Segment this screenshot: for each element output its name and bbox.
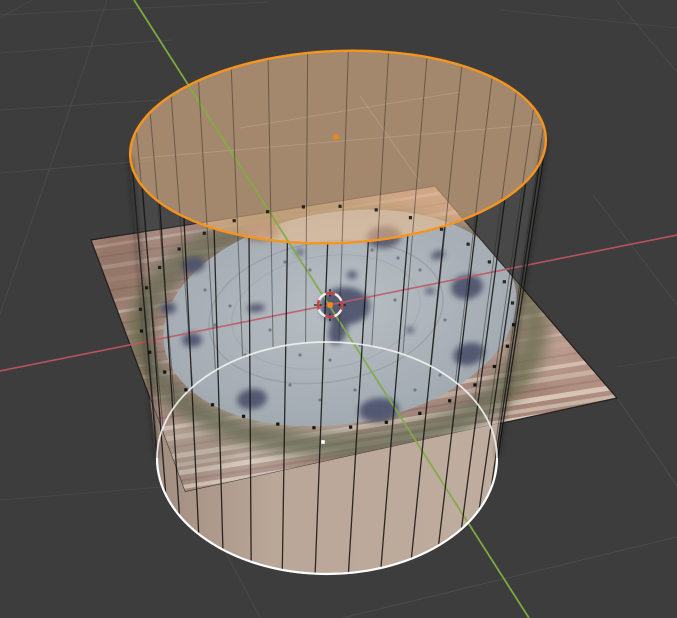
- cursor-center-dot: [327, 302, 333, 308]
- active-vertex-dot[interactable]: [321, 440, 325, 444]
- object-origin-dot: [334, 135, 339, 140]
- blender-3d-viewport[interactable]: [0, 0, 677, 618]
- viewport-scene[interactable]: [0, 0, 677, 618]
